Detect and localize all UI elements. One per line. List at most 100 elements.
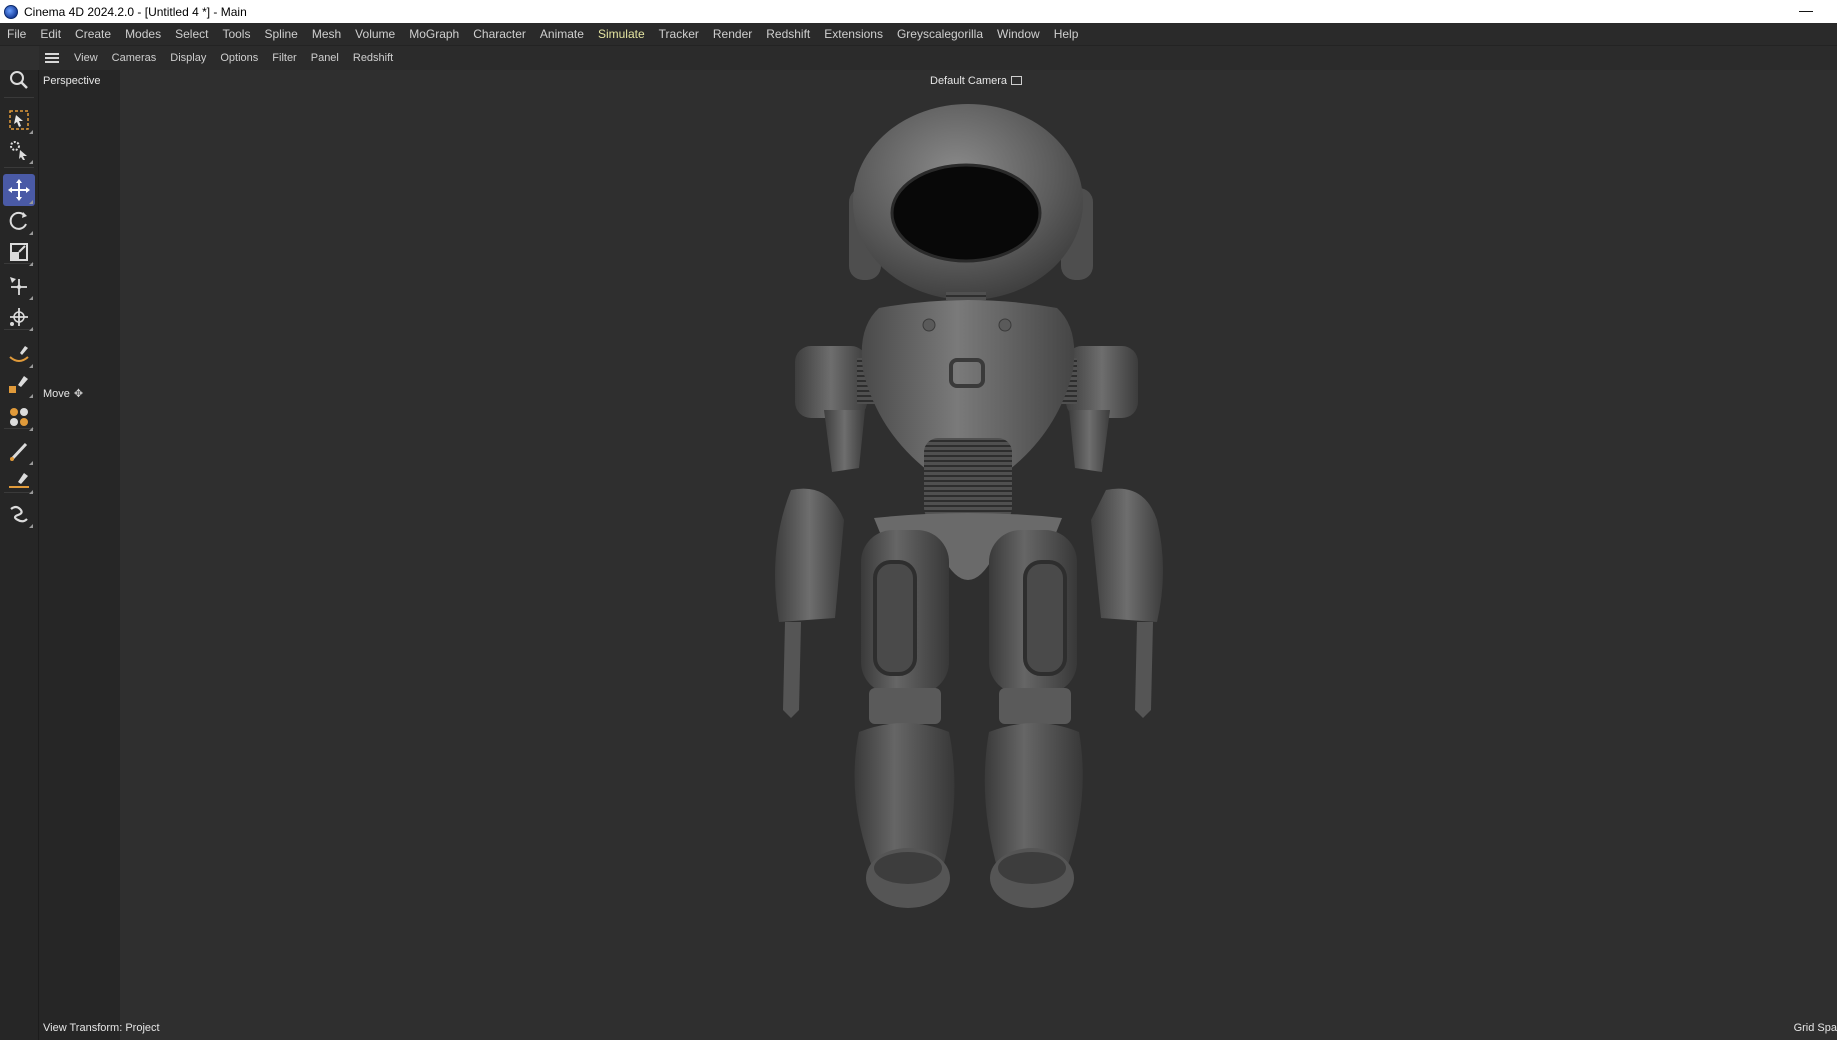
- 3d-viewport[interactable]: Perspective Default Camera Move ✥ View Tr…: [39, 70, 1837, 1040]
- robot-left-knee: [869, 688, 941, 724]
- menu-extensions[interactable]: Extensions: [817, 23, 890, 45]
- view-transform-label: View Transform: Project: [43, 1022, 160, 1034]
- transform-icon: [8, 275, 30, 297]
- main-menu-bar: File Edit Create Modes Select Tools Spline Mesh…: [0, 23, 1837, 46]
- robot-waist: [924, 438, 1012, 522]
- menu-window[interactable]: Window: [990, 23, 1047, 45]
- robot-right-knee: [999, 688, 1071, 724]
- menu-redshift[interactable]: Redshift: [759, 23, 817, 45]
- viewport-menu-view[interactable]: View: [67, 46, 105, 70]
- scale-tool-button[interactable]: [3, 236, 35, 268]
- tool-group-corner-indicator: [29, 427, 33, 431]
- menu-simulate[interactable]: Simulate: [591, 23, 652, 45]
- menu-create[interactable]: Create: [68, 23, 118, 45]
- robot-visor: [890, 163, 1042, 263]
- move-hud-icon: ✥: [73, 388, 84, 400]
- tweak-tool-button[interactable]: [3, 134, 35, 166]
- toolbar-separator: [4, 167, 34, 168]
- robot-left-shoulder: [795, 346, 867, 418]
- tool-group-corner-indicator: [29, 231, 33, 235]
- robot-chest-bolt-left: [922, 318, 936, 332]
- menu-mograph[interactable]: MoGraph: [402, 23, 466, 45]
- robot-3d-model[interactable]: [39, 70, 1837, 1040]
- robot-left-foot-opening: [874, 852, 942, 884]
- tool-group-corner-indicator: [29, 262, 33, 266]
- spline-pen-line-icon: [8, 469, 30, 491]
- robot-right-upper-arm: [1069, 410, 1110, 472]
- viewport-camera-label[interactable]: Default Camera: [930, 75, 1023, 87]
- menu-spline[interactable]: Spline: [257, 23, 304, 45]
- sketch-icon: [8, 503, 30, 525]
- camera-link-icon: [1011, 75, 1023, 85]
- hamburger-menu-icon[interactable]: [45, 53, 59, 63]
- robot-right-thigh-panel: [1023, 560, 1067, 676]
- viewport-menu-panel[interactable]: Panel: [304, 46, 346, 70]
- viewport-projection-label[interactable]: Perspective: [43, 75, 100, 87]
- menu-render[interactable]: Render: [706, 23, 759, 45]
- soft-transform-tool-button[interactable]: [3, 301, 35, 333]
- soft-transform-icon: [8, 306, 30, 328]
- tool-group-corner-indicator: [29, 327, 33, 331]
- active-tool-hud: Move ✥: [43, 387, 83, 400]
- toolbar-separator: [4, 97, 34, 98]
- menu-volume[interactable]: Volume: [348, 23, 402, 45]
- brush-tool-button[interactable]: [3, 435, 35, 467]
- robot-right-hand: [1135, 622, 1153, 718]
- spline-pen-point-icon: [8, 373, 30, 395]
- menu-select[interactable]: Select: [168, 23, 215, 45]
- menu-tools[interactable]: Tools: [215, 23, 257, 45]
- zoom-icon: [8, 69, 30, 91]
- tool-group-corner-indicator: [29, 160, 33, 164]
- grid-spacing-label: Grid Spa: [1793, 1022, 1837, 1034]
- robot-right-forearm: [1091, 488, 1163, 622]
- robot-right-foot-opening: [998, 852, 1066, 884]
- menu-character[interactable]: Character: [466, 23, 533, 45]
- zoom-tool-button[interactable]: [3, 64, 35, 96]
- title-bar: Cinema 4D 2024.2.0 - [Untitled 4 *] - Ma…: [0, 0, 1837, 23]
- robot-left-thigh-panel: [873, 560, 917, 676]
- spline-pen-arc-icon: [8, 343, 30, 365]
- menu-modes[interactable]: Modes: [118, 23, 168, 45]
- left-toolbar: [0, 70, 39, 1040]
- generators-tool-button[interactable]: [3, 401, 35, 433]
- generators-icon: [8, 406, 30, 428]
- spline-pen-point-tool-button[interactable]: [3, 368, 35, 400]
- minimize-button[interactable]: —: [1799, 3, 1813, 17]
- menu-edit[interactable]: Edit: [33, 23, 68, 45]
- menu-file[interactable]: File: [0, 23, 33, 45]
- window-title: Cinema 4D 2024.2.0 - [Untitled 4 *] - Ma…: [24, 4, 247, 19]
- tweak-icon: [8, 139, 30, 161]
- menu-animate[interactable]: Animate: [533, 23, 591, 45]
- camera-name: Default Camera: [930, 75, 1008, 87]
- menu-help[interactable]: Help: [1047, 23, 1086, 45]
- viewport-menu-redshift[interactable]: Redshift: [346, 46, 400, 70]
- active-tool-label: Move: [43, 388, 70, 400]
- robot-left-upper-arm: [824, 410, 865, 472]
- tool-group-corner-indicator: [29, 394, 33, 398]
- viewport-menu-options[interactable]: Options: [213, 46, 265, 70]
- move-icon: [7, 178, 31, 202]
- viewport-menu-cameras[interactable]: Cameras: [105, 46, 164, 70]
- live-selection-icon: [8, 109, 30, 131]
- move-tool-button[interactable]: [3, 174, 35, 206]
- robot-chest-bolt-right: [998, 318, 1012, 332]
- viewport-menu-filter[interactable]: Filter: [265, 46, 303, 70]
- sketch-tool-button[interactable]: [3, 498, 35, 530]
- robot-left-forearm: [775, 488, 844, 622]
- rotate-icon: [8, 210, 30, 232]
- cinema4d-app-icon: [4, 4, 18, 19]
- rotate-tool-button[interactable]: [3, 205, 35, 237]
- spline-pen-line-tool-button[interactable]: [3, 464, 35, 496]
- viewport-menu-bar: View Cameras Display Options Filter Panel Reds…: [39, 46, 1837, 70]
- transform-tool-button[interactable]: [3, 270, 35, 302]
- brush-icon: [8, 440, 30, 462]
- tool-group-corner-indicator: [29, 524, 33, 528]
- menu-mesh[interactable]: Mesh: [305, 23, 348, 45]
- viewport-menu-display[interactable]: Display: [163, 46, 213, 70]
- spline-pen-arc-tool-button[interactable]: [3, 338, 35, 370]
- menu-tracker[interactable]: Tracker: [652, 23, 706, 45]
- tool-group-corner-indicator: [29, 200, 33, 204]
- live-selection-tool-button[interactable]: [3, 104, 35, 136]
- tool-group-corner-indicator: [29, 296, 33, 300]
- menu-greyscalegorilla[interactable]: Greyscalegorilla: [890, 23, 990, 45]
